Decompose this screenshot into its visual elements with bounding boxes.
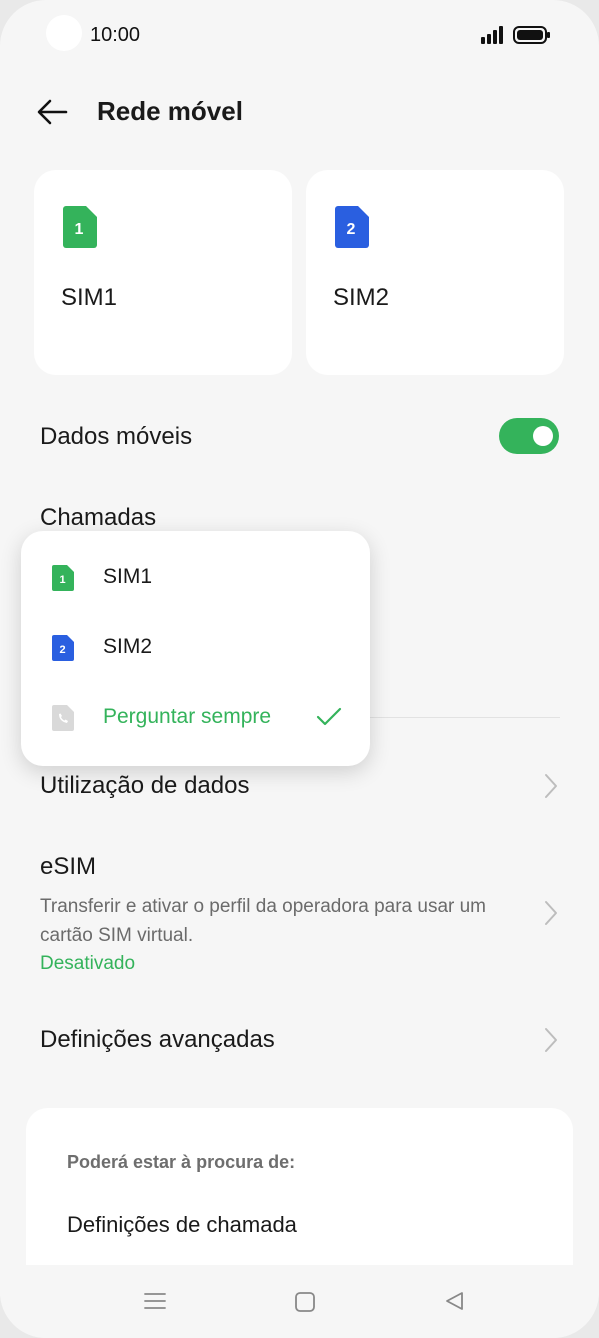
recent-apps-menu-icon[interactable] bbox=[143, 1291, 167, 1311]
sim2-card[interactable]: 2 SIM2 bbox=[306, 170, 564, 375]
page-title: Rede móvel bbox=[97, 96, 243, 126]
svg-text:2: 2 bbox=[347, 221, 356, 238]
popup-item-label: Perguntar sempre bbox=[103, 705, 272, 728]
esim-status: Desativado bbox=[40, 953, 136, 974]
app-header: Rede móvel bbox=[0, 86, 599, 138]
navigation-bar bbox=[0, 1265, 599, 1338]
mobile-data-label: Dados móveis bbox=[40, 423, 193, 450]
suggestions-heading: Poderá estar à procura de: bbox=[67, 1152, 296, 1172]
sim2-icon: 2 bbox=[52, 635, 74, 661]
svg-text:1: 1 bbox=[59, 574, 65, 586]
home-square-icon[interactable] bbox=[294, 1291, 316, 1313]
back-triangle-icon[interactable] bbox=[443, 1290, 465, 1312]
svg-text:2: 2 bbox=[59, 644, 65, 656]
sim2-icon: 2 bbox=[335, 206, 369, 248]
popup-item-sim2[interactable]: 2 SIM2 bbox=[21, 618, 370, 678]
chevron-right-icon[interactable] bbox=[543, 900, 559, 926]
sim2-name: SIM2 bbox=[333, 284, 390, 311]
status-time: 10:00 bbox=[90, 24, 141, 46]
check-icon bbox=[316, 707, 342, 726]
sim1-name: SIM1 bbox=[61, 284, 118, 311]
sim1-icon: 1 bbox=[52, 565, 74, 591]
sim1-card[interactable]: 1 SIM1 bbox=[34, 170, 292, 375]
sim1-icon: 1 bbox=[63, 206, 97, 248]
popup-item-label: SIM2 bbox=[103, 635, 153, 658]
calls-sim-popup-menu: 1 SIM1 2 SIM2 Perguntar sempre bbox=[21, 531, 370, 766]
toggle-knob bbox=[533, 426, 553, 446]
esim-label[interactable]: eSIM bbox=[40, 853, 96, 881]
svg-text:1: 1 bbox=[75, 221, 84, 238]
advanced-settings-label[interactable]: Definições avançadas bbox=[40, 1026, 275, 1054]
chevron-right-icon[interactable] bbox=[543, 773, 559, 799]
suggestion-call-settings[interactable]: Definições de chamada bbox=[67, 1212, 297, 1238]
mobile-data-toggle[interactable] bbox=[499, 418, 559, 454]
chevron-right-icon[interactable] bbox=[543, 1027, 559, 1053]
battery-icon bbox=[513, 26, 550, 44]
popup-item-label: SIM1 bbox=[103, 565, 153, 588]
data-usage-label[interactable]: Utilização de dados bbox=[40, 772, 249, 800]
phone-icon bbox=[52, 705, 74, 731]
esim-description: Transferir e ativar o perfil da operador… bbox=[40, 896, 487, 946]
back-arrow-icon[interactable] bbox=[36, 98, 70, 126]
status-bar: 10:00 bbox=[0, 0, 599, 70]
calls-label[interactable]: Chamadas bbox=[40, 504, 156, 532]
popup-item-sim1[interactable]: 1 SIM1 bbox=[21, 548, 370, 608]
signal-icon bbox=[481, 26, 503, 44]
camera-cutout bbox=[46, 15, 82, 51]
phone-screen: 10:00 Rede móvel 1 SIM1 2 SIM2 Dados móv… bbox=[0, 0, 599, 1338]
popup-item-ask-always[interactable]: Perguntar sempre bbox=[21, 688, 370, 748]
